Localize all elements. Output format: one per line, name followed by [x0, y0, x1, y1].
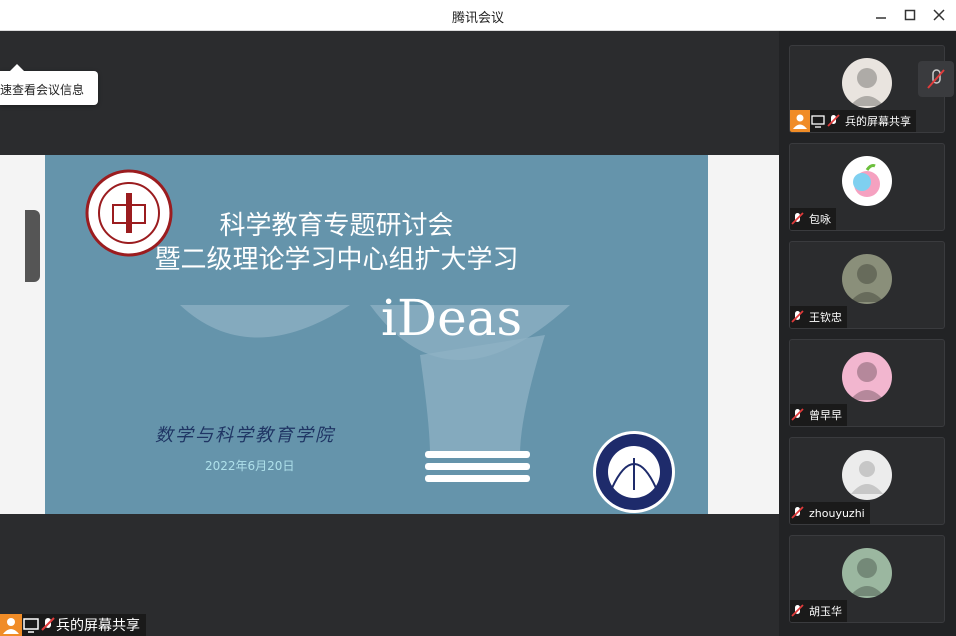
participant-tile[interactable]: 包咏	[789, 143, 945, 231]
window-title: 腾讯会议	[451, 11, 504, 26]
participant-label: 兵的屏幕共享	[790, 110, 916, 132]
tooltip-text: 速查看会议信息	[0, 83, 85, 97]
maximize-button[interactable]	[899, 5, 921, 25]
college-emblem-icon	[593, 431, 675, 513]
default-user-avatar	[842, 450, 892, 500]
participant-name: zhouyuzhi	[809, 506, 865, 520]
presentation-slide: 科学教育专题研讨会 暨二级理论学习中心组扩大学习 iDeas 数学与科学教育学院…	[45, 155, 708, 514]
participant-tile[interactable]: 曾早早	[789, 339, 945, 427]
user-icon	[0, 614, 22, 636]
participant-name: 胡玉华	[809, 605, 842, 618]
close-icon	[933, 9, 945, 21]
participant-name: 兵的屏幕共享	[845, 115, 911, 128]
cartoon-cow-avatar	[842, 58, 892, 108]
mic-muted-icon	[827, 114, 840, 127]
minimize-button[interactable]	[870, 5, 892, 25]
participant-name: 王钦忠	[809, 311, 842, 324]
apple-logo-avatar	[842, 156, 892, 206]
meeting-info-tooltip[interactable]: 速查看会议信息	[0, 64, 98, 105]
child-photo-avatar	[842, 254, 892, 304]
slide-title-line1: 科学教育专题研讨会	[219, 211, 454, 241]
maximize-icon	[904, 9, 916, 21]
floating-mute-button[interactable]	[918, 61, 954, 97]
user-icon	[790, 110, 810, 132]
mic-muted-icon	[791, 604, 804, 617]
participant-name: 曾早早	[809, 409, 842, 422]
participant-tile[interactable]: 王钦忠	[789, 241, 945, 329]
school-name: 数学与科学教育学院	[155, 425, 335, 446]
mic-muted-icon	[791, 408, 804, 421]
participant-label: 包咏	[790, 208, 836, 230]
participant-tile[interactable]: 胡玉华	[789, 535, 945, 623]
slide-date: 2022年6月20日	[205, 459, 295, 473]
minimize-icon	[876, 17, 886, 19]
screen-share-icon	[23, 618, 39, 633]
participant-name: 包咏	[809, 213, 831, 226]
side-toolbar-handle[interactable]	[25, 210, 40, 282]
participant-tile[interactable]: zhouyuzhi	[789, 437, 945, 525]
participant-label: 胡玉华	[790, 600, 847, 622]
mic-muted-icon	[791, 506, 804, 519]
close-button[interactable]	[928, 5, 950, 25]
person-photo-avatar	[842, 548, 892, 598]
shared-screen: 科学教育专题研讨会 暨二级理论学习中心组扩大学习 iDeas 数学与科学教育学院…	[0, 155, 779, 514]
screen-share-label: 兵的屏幕共享	[0, 614, 146, 636]
participant-label: zhouyuzhi	[790, 502, 870, 524]
mic-muted-icon	[791, 212, 804, 225]
slide-title-line2: 暨二级理论学习中心组扩大学习	[154, 245, 519, 275]
title-bar: 腾讯会议	[0, 0, 956, 31]
mic-muted-icon	[927, 69, 945, 89]
mic-muted-icon	[41, 617, 55, 631]
screen-share-icon	[811, 115, 825, 128]
participant-label: 曾早早	[790, 404, 847, 426]
ideas-wordmark: iDeas	[381, 289, 523, 347]
screen-share-text: 兵的屏幕共享	[56, 618, 140, 634]
mic-muted-icon	[791, 310, 804, 323]
participant-label: 王钦忠	[790, 306, 847, 328]
cartoon-girl-avatar	[842, 352, 892, 402]
